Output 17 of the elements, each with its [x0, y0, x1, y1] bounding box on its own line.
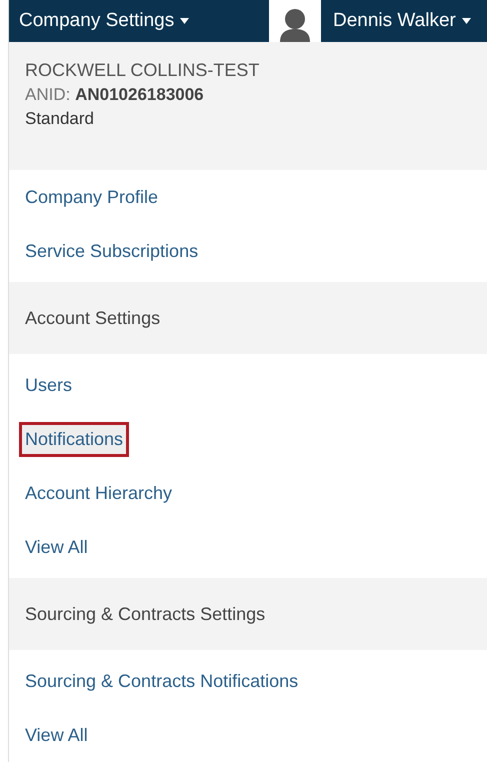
company-settings-menu[interactable]: Company Settings [9, 10, 269, 32]
menu-link[interactable]: Account Hierarchy [25, 482, 172, 504]
menu-link[interactable]: Company Profile [25, 186, 158, 208]
menu-link[interactable]: Service Subscriptions [25, 240, 198, 262]
caret-icon [462, 18, 471, 24]
menu-link[interactable]: View All [25, 536, 88, 558]
company-name: ROCKWELL COLLINS-TEST [25, 60, 260, 81]
section-header: Sourcing & Contracts Settings [9, 578, 487, 650]
section-header: Account Settings [9, 282, 487, 354]
menu-link[interactable]: Sourcing & Contracts Notifications [25, 670, 298, 692]
plan-text: Standard [25, 109, 95, 129]
menu-link[interactable]: Users [25, 374, 72, 396]
user-menu[interactable]: Dennis Walker [321, 10, 471, 32]
menu-link[interactable]: Notifications [19, 422, 130, 456]
menu-link[interactable]: View All [25, 724, 88, 746]
anid-text: ANID: AN01026183006 [25, 85, 205, 105]
caret-icon [180, 18, 190, 24]
